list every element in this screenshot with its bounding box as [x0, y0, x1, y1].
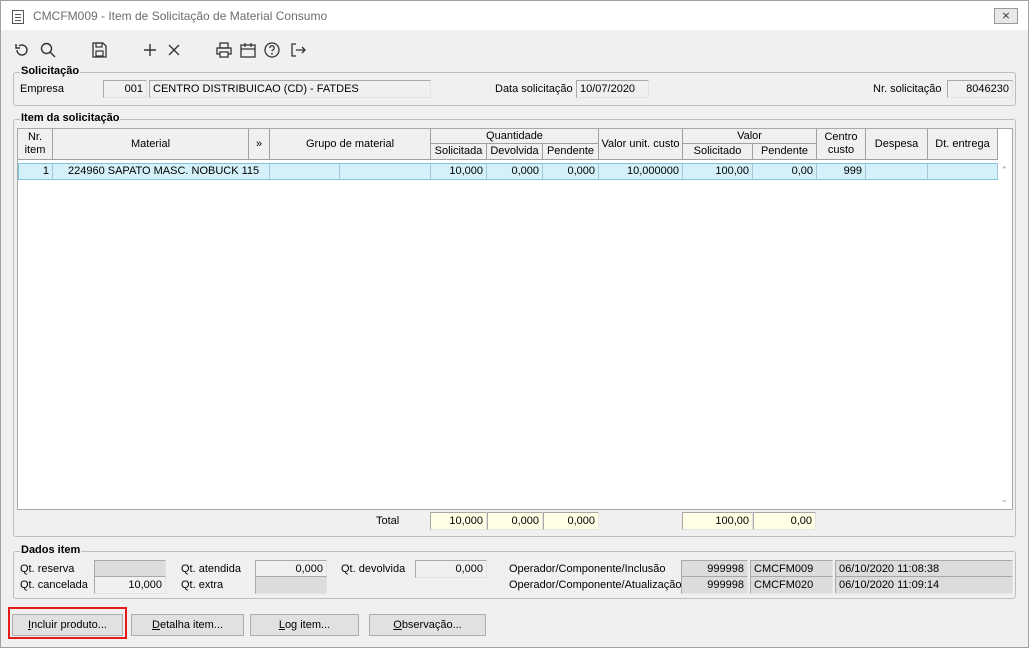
empresa-name-field[interactable]: CENTRO DISTRIBUICAO (CD) - FATDES [149, 80, 431, 98]
incluir-produto-button[interactable]: Incluir produto... [12, 614, 123, 636]
cell-nr: 1 [19, 164, 53, 179]
add-icon[interactable] [141, 41, 159, 59]
scroll-up-icon[interactable]: ⌃ [1000, 165, 1008, 176]
cell-v-pendente: 0,00 [753, 164, 817, 179]
qt-extra-label: Qt. extra [181, 579, 224, 591]
incluir-label: ncluir produto... [31, 619, 107, 631]
cell-solicitada: 10,000 [431, 164, 487, 179]
undo-icon[interactable] [13, 41, 31, 59]
cell-valor-unit: 10,000000 [599, 164, 683, 179]
cell-material: 224960 SAPATO MASC. NOBUCK 115 [53, 164, 270, 179]
print-icon[interactable] [215, 41, 233, 59]
cell-pendente: 0,000 [543, 164, 599, 179]
data-solicitacao-label: Data solicitação [495, 83, 573, 95]
header-dt-entrega[interactable]: Dt. entrega [928, 129, 998, 160]
items-grid[interactable]: Nr. item Material » Grupo de material Qu… [17, 128, 1013, 510]
header-solicitada[interactable]: Solicitada [431, 144, 487, 160]
header-valor: Valor [683, 129, 817, 144]
op-atualizacao-code-field: 999998 [681, 576, 748, 594]
header-quantidade: Quantidade [431, 129, 599, 144]
search-icon[interactable] [39, 41, 57, 59]
qt-devolvida-field: 0,000 [415, 560, 487, 578]
scroll-down-icon[interactable]: ⌄ [1000, 494, 1008, 505]
close-button[interactable]: ⨯ [994, 8, 1018, 24]
op-inclusao-label: Operador/Componente/Inclusão [509, 563, 666, 575]
header-nr-item[interactable]: Nr. item [18, 129, 53, 160]
toolbar [1, 32, 1028, 66]
qt-cancelada-label: Qt. cancelada [20, 579, 88, 591]
header-devolvida[interactable]: Devolvida [487, 144, 543, 160]
item-legend: Item da solicitação [20, 112, 121, 124]
op-atualizacao-date-field: 06/10/2020 11:09:14 [835, 576, 1013, 594]
cell-v-solicitado: 100,00 [683, 164, 753, 179]
nr-solicitacao-field[interactable]: 8046230 [947, 80, 1013, 98]
header-grupo[interactable]: Grupo de material [270, 129, 431, 160]
log-label: og item... [284, 619, 331, 631]
cell-devolvida: 0,000 [487, 164, 543, 179]
expand-columns-button[interactable]: » [249, 129, 270, 160]
calendar-icon[interactable] [239, 41, 257, 59]
cell-dt-entrega [928, 164, 998, 179]
total-v-solicitado-field: 100,00 [682, 512, 753, 530]
qt-atendida-label: Qt. atendida [181, 563, 241, 575]
nr-solicitacao-label: Nr. solicitação [873, 83, 942, 95]
data-solicitacao-field[interactable]: 10/07/2020 [576, 80, 649, 98]
total-v-pendente-field: 0,00 [753, 512, 816, 530]
header-valor-unit[interactable]: Valor unit. custo [599, 129, 683, 160]
main-window: CMCFM009 - Item de Solicitação de Materi… [0, 0, 1029, 648]
total-label: Total [376, 515, 400, 527]
window-title: CMCFM009 - Item de Solicitação de Materi… [33, 9, 328, 23]
empresa-code-field[interactable]: 001 [103, 80, 147, 98]
help-icon[interactable] [263, 41, 281, 59]
op-atualizacao-label: Operador/Componente/Atualização [509, 579, 682, 591]
header-v-pendente[interactable]: Pendente [753, 144, 817, 160]
detalha-label: etalha item... [159, 619, 223, 631]
observacao-label: bservação... [401, 619, 462, 631]
header-pendente[interactable]: Pendente [543, 144, 599, 160]
qt-extra-field [255, 576, 327, 594]
delete-icon[interactable] [165, 41, 183, 59]
empresa-label: Empresa [20, 83, 65, 95]
exit-icon[interactable] [289, 41, 307, 59]
solicitacao-legend: Solicitação [20, 65, 81, 77]
cell-grupo [340, 164, 431, 179]
cell-centro: 999 [817, 164, 866, 179]
total-devolvida-field: 0,000 [487, 512, 543, 530]
qt-cancelada-field: 10,000 [94, 576, 166, 594]
op-atualizacao-comp-field: CMCFM020 [750, 576, 833, 594]
table-row[interactable]: 1 224960 SAPATO MASC. NOBUCK 115 10,000 … [18, 163, 998, 180]
cell-grupo-code [270, 164, 340, 179]
qt-reserva-label: Qt. reserva [20, 563, 75, 575]
dados-item-legend: Dados item [20, 544, 82, 556]
log-item-button[interactable]: Log item... [250, 614, 359, 636]
qt-devolvida-label: Qt. devolvida [341, 563, 406, 575]
observacao-button[interactable]: Observação... [369, 614, 486, 636]
observacao-mnemonic: O [393, 619, 402, 631]
save-icon[interactable] [90, 41, 108, 59]
header-v-solicitado[interactable]: Solicitado [683, 144, 753, 160]
detalha-mnemonic: D [152, 619, 160, 631]
document-icon [12, 10, 24, 24]
header-despesa[interactable]: Despesa [866, 129, 928, 160]
header-centro-custo[interactable]: Centro custo [817, 129, 866, 160]
total-solicitada-field: 10,000 [430, 512, 487, 530]
total-pendente-field: 0,000 [543, 512, 599, 530]
title-bar: CMCFM009 - Item de Solicitação de Materi… [1, 1, 1028, 31]
header-material[interactable]: Material [53, 129, 249, 160]
cell-despesa [866, 164, 928, 179]
detalha-item-button[interactable]: Detalha item... [131, 614, 244, 636]
